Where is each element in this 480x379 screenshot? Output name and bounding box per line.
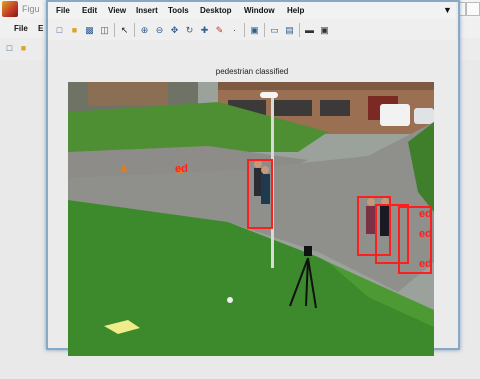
brush-icon[interactable]: ✎ [214, 25, 225, 36]
toolbar-separator [134, 23, 135, 37]
menu-window[interactable]: Window [244, 6, 275, 15]
show-plot-tools-icon[interactable]: ▣ [319, 25, 330, 36]
detection-label: ed [419, 208, 432, 220]
link-icon[interactable]: ▣ [249, 25, 260, 36]
background-menu-file[interactable]: File [14, 24, 28, 33]
menu-help[interactable]: Help [287, 6, 304, 15]
toolbar-separator [299, 23, 300, 37]
rotate-icon[interactable]: ↻ [184, 25, 195, 36]
menu-view[interactable]: View [108, 6, 126, 15]
new-figure-icon[interactable]: □ [4, 43, 15, 54]
menu-desktop[interactable]: Desktop [200, 6, 232, 15]
detection-box [247, 159, 273, 229]
open-file-icon[interactable]: ■ [18, 43, 29, 54]
print-icon[interactable]: ◫ [99, 25, 110, 36]
figure-toolbar-icons: □ ■ ▩ ◫ ↖ ⊕ ⊖ ✥ ↻ ✚ ✎ · ▣ ▭ ▤ ▬ ▣ [54, 23, 330, 37]
pointer-icon[interactable]: ↖ [119, 25, 130, 36]
close-icon[interactable] [466, 2, 480, 16]
detection-label: ed [419, 258, 432, 270]
menubar-dock-arrow-icon[interactable]: ▼ [443, 5, 452, 15]
plot-title: pedestrian classified [215, 67, 289, 76]
detection-label: ed [175, 163, 188, 175]
pan-icon[interactable]: ✥ [169, 25, 180, 36]
background-menu-edit[interactable]: E [38, 24, 43, 33]
menu-file[interactable]: File [56, 6, 70, 15]
detection-label: ed [419, 228, 432, 240]
background-window-title: Figu [22, 4, 40, 14]
brush-dropdown-icon[interactable]: · [229, 25, 240, 36]
open-file-icon[interactable]: ■ [69, 25, 80, 36]
new-figure-icon[interactable]: □ [54, 25, 65, 36]
hide-plot-tools-icon[interactable]: ▬ [304, 25, 315, 36]
menu-insert[interactable]: Insert [136, 6, 158, 15]
save-icon[interactable]: ▩ [84, 25, 95, 36]
zoom-in-icon[interactable]: ⊕ [139, 25, 150, 36]
zoom-out-icon[interactable]: ⊖ [154, 25, 165, 36]
menu-tools[interactable]: Tools [168, 6, 189, 15]
colorbar-icon[interactable]: ▭ [269, 25, 280, 36]
matlab-logo-icon [2, 1, 18, 17]
toolbar-separator [114, 23, 115, 37]
menu-edit[interactable]: Edit [82, 6, 97, 15]
toolbar-separator [264, 23, 265, 37]
video-frame: ed ed ed ed [68, 82, 434, 356]
toolbar-separator [244, 23, 245, 37]
background-toolbar-icons: □ ■ [4, 43, 29, 54]
data-cursor-icon[interactable]: ✚ [199, 25, 210, 36]
legend-icon[interactable]: ▤ [284, 25, 295, 36]
